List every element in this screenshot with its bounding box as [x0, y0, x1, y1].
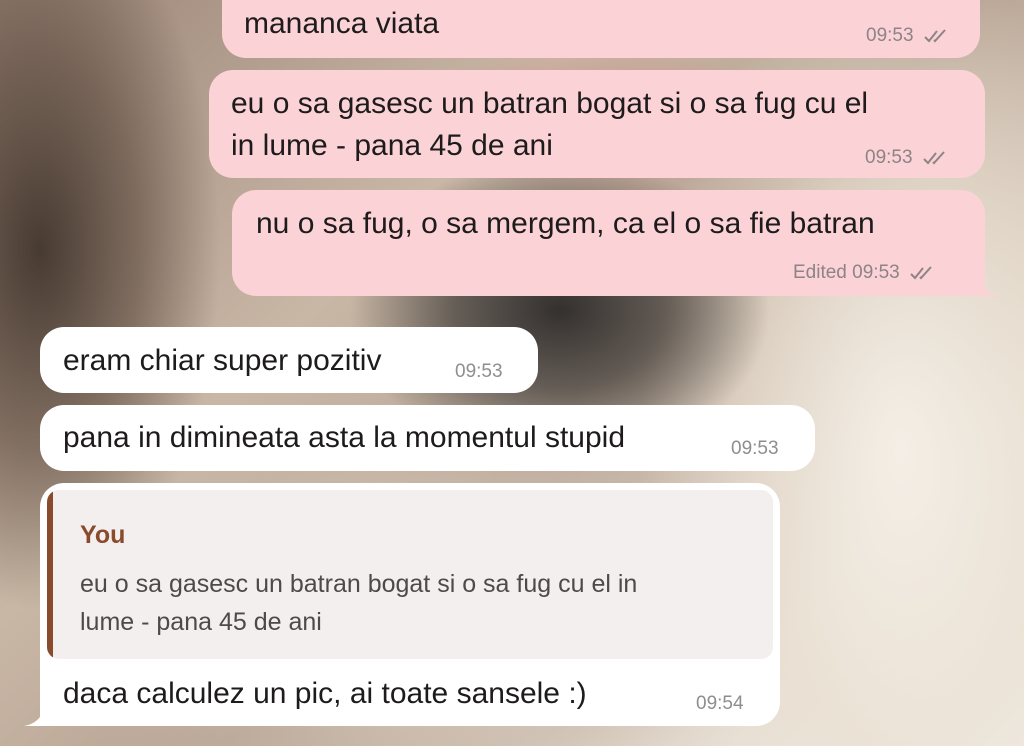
reply-text-line: eu o sa gasesc un batran bogat si o sa f…: [80, 570, 638, 598]
double-check-icon: [910, 266, 932, 280]
message-time: 09:53: [865, 147, 913, 168]
message-meta: 09:53: [866, 25, 953, 47]
outgoing-message[interactable]: eu o sa gasesc un batran bogat si o sa f…: [209, 70, 985, 178]
message-time: 09:53: [866, 25, 914, 46]
outgoing-message[interactable]: nu o sa fug, o sa mergem, ca el o sa fie…: [232, 190, 985, 296]
edited-label: Edited: [793, 262, 847, 283]
reply-quote[interactable]: You eu o sa gasesc un batran bogat si o …: [47, 490, 773, 659]
reply-text-line: lume - pana 45 de ani: [80, 608, 322, 636]
message-text-line: in lume - pana 45 de ani: [231, 129, 553, 162]
bubble-tail: [978, 272, 1000, 296]
message-text: nu o sa fug, o sa mergem, ca el o sa fie…: [256, 207, 875, 240]
message-time: 09:54: [696, 693, 744, 714]
double-check-icon: [923, 151, 945, 165]
message-text: pana in dimineata asta la momentul stupi…: [63, 421, 626, 454]
incoming-message[interactable]: You eu o sa gasesc un batran bogat si o …: [40, 483, 780, 726]
message-text: daca calculez un pic, ai toate sansele :…: [63, 677, 587, 710]
message-text-line: eu o sa gasesc un batran bogat si o sa f…: [231, 87, 869, 120]
bubble-tail: [24, 702, 46, 726]
message-text: eram chiar super pozitiv: [63, 344, 382, 377]
reply-author: You: [80, 521, 126, 549]
incoming-message[interactable]: eram chiar super pozitiv 09:53: [40, 327, 538, 393]
outgoing-message[interactable]: mananca viata 09:53: [222, 0, 980, 58]
double-check-icon: [924, 29, 946, 43]
message-time: 09:53: [455, 361, 503, 382]
message-meta: 09:53: [865, 147, 952, 169]
message-time: 09:53: [731, 438, 779, 459]
message-time: 09:53: [852, 262, 900, 283]
incoming-message[interactable]: pana in dimineata asta la momentul stupi…: [40, 405, 815, 471]
reply-accent-bar: [47, 490, 53, 659]
message-text: mananca viata: [244, 7, 440, 40]
message-meta: Edited 09:53: [793, 262, 939, 284]
